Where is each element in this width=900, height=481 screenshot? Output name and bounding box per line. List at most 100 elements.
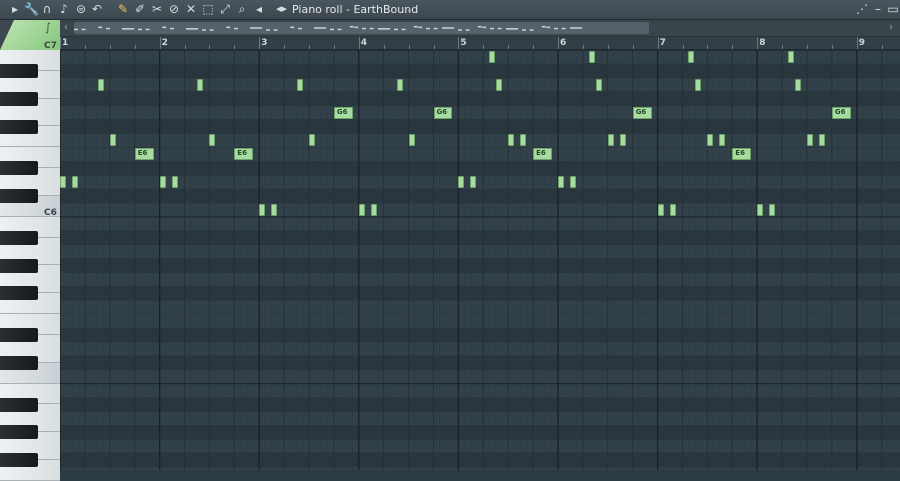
zoom-icon[interactable]: ⤢ [218,2,232,16]
note[interactable] [396,78,403,91]
delete-icon[interactable]: ✂ [150,2,164,16]
note[interactable] [370,203,377,216]
wrench-icon[interactable]: 🔧 [24,2,39,16]
black-key[interactable] [0,453,38,468]
note[interactable] [707,134,714,147]
timeline-tick [881,45,883,49]
slice-icon[interactable]: ✕ [184,2,198,16]
black-key[interactable] [0,161,38,176]
note[interactable] [209,134,216,147]
note[interactable]: G6 [831,106,851,119]
note[interactable] [558,176,564,189]
search-icon[interactable]: ⌕ [235,2,249,16]
mini-note [465,29,470,31]
pencil-icon[interactable]: ✎ [116,2,130,16]
note[interactable] [757,203,764,216]
black-key[interactable] [0,286,38,301]
note[interactable]: E6 [234,148,254,161]
note[interactable] [458,176,465,189]
note[interactable]: E6 [134,148,154,161]
note[interactable]: G6 [333,106,353,119]
note[interactable] [109,134,116,147]
note[interactable] [520,134,527,147]
note[interactable] [619,134,626,147]
stamp-icon[interactable]: ⊜ [74,2,88,16]
note[interactable] [569,176,576,189]
note[interactable] [489,51,496,63]
chevron-right-icon[interactable]: › [407,2,411,16]
timeline-ruler[interactable] [60,37,900,50]
layout-icon[interactable]: ⋰ [855,2,869,16]
note[interactable] [788,51,795,63]
note[interactable] [97,78,104,91]
note[interactable] [496,78,503,91]
scroll-thumb[interactable] [74,22,649,34]
mute-icon[interactable]: ⊘ [167,2,181,16]
note-label: G6 [635,107,647,116]
timeline-tick [508,45,510,49]
black-key[interactable] [0,119,38,134]
black-key[interactable] [0,397,38,412]
note[interactable] [669,203,676,216]
black-key[interactable] [0,230,38,245]
black-key[interactable] [0,63,38,78]
note[interactable]: E6 [732,148,752,161]
note[interactable] [71,176,78,189]
timeline-tick [433,45,435,49]
black-key[interactable] [0,355,38,370]
note[interactable] [595,78,602,91]
note[interactable] [271,203,278,216]
note[interactable] [588,51,595,63]
timeline-tick [134,45,136,49]
select-icon[interactable]: ⬚ [201,2,215,16]
black-key[interactable] [0,91,38,106]
black-key[interactable] [0,258,38,273]
note[interactable] [60,176,66,189]
mini-note [106,27,110,30]
note[interactable] [408,134,415,147]
scroll-right-icon[interactable]: › [889,21,893,35]
note[interactable] [259,203,266,216]
note[interactable]: G6 [632,106,652,119]
note[interactable] [657,203,664,216]
bar-number: 4 [360,38,368,48]
restore-icon[interactable]: ▭ [886,2,900,16]
mini-note [74,28,78,31]
note[interactable] [297,78,304,91]
note[interactable] [358,203,365,216]
note[interactable] [508,134,515,147]
note[interactable] [807,134,813,147]
note[interactable] [695,78,702,91]
note-grid[interactable]: G6 G6 G6 G6 E6 E6 E6 E6 [60,50,900,470]
mini-note [186,28,199,30]
note[interactable] [607,134,614,147]
note[interactable] [719,134,726,147]
stretch-icon[interactable]: ∫ [45,22,51,34]
black-key[interactable] [0,189,38,203]
magnet-icon[interactable]: ∩ [40,2,54,16]
note[interactable] [818,134,825,147]
note[interactable] [769,203,776,216]
mini-note [522,29,526,31]
note[interactable] [795,78,802,91]
title-arrow-icon[interactable]: ◂▸ [276,2,287,16]
note[interactable] [688,51,695,63]
note[interactable] [159,176,166,189]
note[interactable]: E6 [533,148,553,161]
scroll-left-icon[interactable]: ‹ [64,21,68,35]
black-key[interactable] [0,328,38,342]
note[interactable]: G6 [433,106,453,119]
note[interactable] [171,176,178,189]
note[interactable] [470,176,477,189]
note-icon[interactable]: ♪ [57,2,71,16]
minimize-icon[interactable]: – [871,2,885,16]
corner-shade [0,20,14,50]
note[interactable] [197,78,204,91]
arrow-right-icon[interactable]: ▸ [8,2,22,16]
speaker-icon[interactable]: ◂ [252,2,266,16]
undo-icon[interactable]: ↶ [90,2,104,16]
note[interactable] [309,134,315,147]
black-key[interactable] [0,425,38,440]
brush-icon[interactable]: ✐ [133,2,147,16]
piano-keyboard[interactable]: C7 C6 [0,41,60,481]
